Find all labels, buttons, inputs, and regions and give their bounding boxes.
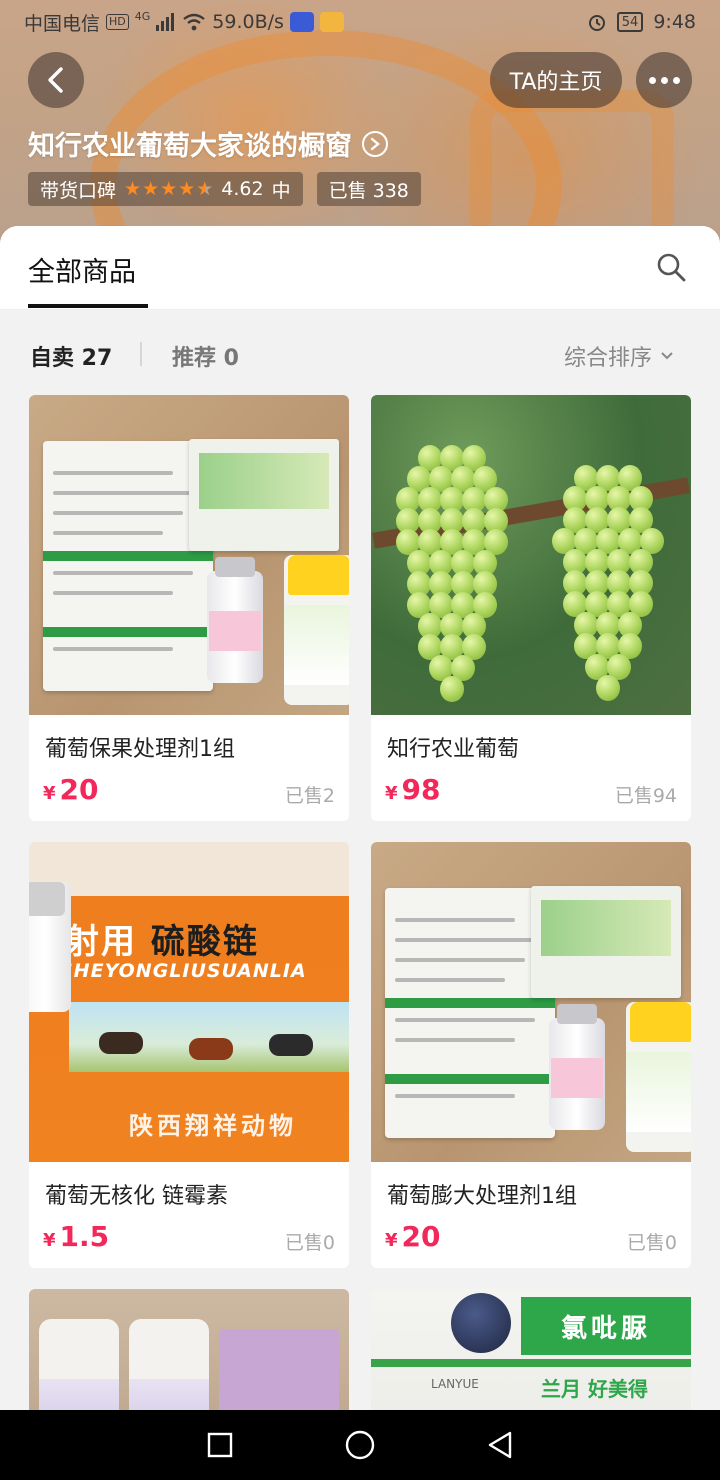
box-text-a: 射用 xyxy=(65,922,137,962)
sort-dropdown[interactable]: 综合排序 xyxy=(564,340,674,372)
tab-active-indicator xyxy=(28,304,148,308)
alarm-icon xyxy=(588,15,605,31)
ta-homepage-button[interactable]: TA的主页 xyxy=(490,52,622,108)
square-icon xyxy=(207,1432,233,1458)
shop-title-row[interactable]: 知行农业葡萄大家谈的橱窗 xyxy=(28,124,388,163)
status-bar: 中国电信 HD 4G 59.0B/s 54 9:48 xyxy=(0,0,720,44)
product-card[interactable]: 射用 硫酸链 SHEYONGLIUSUANLIA 陕西翔祥动物 葡萄无核化 链霉… xyxy=(29,842,349,1268)
chlor-tag-text: 氯吡脲 xyxy=(521,1297,691,1355)
product-card[interactable]: 葡萄膨大处理剂1组 ¥ 20 已售0 xyxy=(371,842,691,1268)
sold-count: 已售0 xyxy=(626,1232,677,1254)
chevron-down-icon xyxy=(661,352,673,360)
sort-label: 综合排序 xyxy=(564,346,653,371)
product-name: 葡萄膨大处理剂1组 xyxy=(387,1184,577,1209)
star-icon: ★ xyxy=(124,177,142,200)
product-card[interactable]: 知行农业葡萄 ¥ 98 已售94 xyxy=(371,395,691,821)
box-bottom-text: 陕西翔祥动物 xyxy=(129,1112,297,1140)
product-image[interactable] xyxy=(29,395,349,715)
back-button[interactable] xyxy=(28,52,84,108)
half-star-icon: ★ xyxy=(196,177,214,200)
product-image[interactable] xyxy=(371,842,691,1162)
chlor-brand-text: 兰月 好美得 xyxy=(541,1377,648,1401)
box-text-b: 硫酸链 xyxy=(150,922,259,962)
star-icon: ★ xyxy=(160,177,178,200)
product-price: ¥ 20 xyxy=(385,1220,441,1253)
product-name: 知行农业葡萄 xyxy=(387,737,520,762)
search-icon[interactable] xyxy=(656,252,686,282)
product-card[interactable] xyxy=(29,1289,349,1410)
filter-recommend[interactable]: 推荐 0 xyxy=(172,340,239,372)
currency-symbol: ¥ xyxy=(385,1230,398,1251)
product-price: ¥ 20 xyxy=(43,773,99,806)
battery-level: 54 xyxy=(621,14,639,30)
chlor-lanyue-text: LANYUE xyxy=(431,1377,479,1391)
chevron-right-circle-icon xyxy=(362,130,388,157)
shop-badges: 带货口碑 ★ ★ ★ ★ ★ 4.62 中 已售 338 xyxy=(28,172,421,206)
product-image[interactable] xyxy=(29,1289,349,1410)
system-nav-bar xyxy=(0,1410,720,1480)
sold-count: 已售94 xyxy=(614,785,677,807)
product-price: ¥ 98 xyxy=(385,773,441,806)
hd-icon: HD xyxy=(106,14,129,30)
product-name: 葡萄保果处理剂1组 xyxy=(45,737,235,762)
star-icon: ★ xyxy=(142,177,160,200)
app-notification-icon xyxy=(289,12,314,32)
sold-count: 已售0 xyxy=(284,1232,335,1254)
product-image[interactable]: 氯吡脲 LANYUE 兰月 好美得 xyxy=(371,1289,691,1410)
product-name: 葡萄无核化 链霉素 xyxy=(45,1184,228,1209)
more-button[interactable] xyxy=(636,52,692,108)
price-value: 1.5 xyxy=(59,1220,110,1253)
carrier-label: 中国电信 xyxy=(24,12,101,35)
currency-symbol: ¥ xyxy=(385,783,398,804)
grape-berry xyxy=(596,675,620,701)
clock: 9:48 xyxy=(653,11,696,33)
triangle-back-icon xyxy=(488,1431,512,1459)
product-card[interactable]: 氯吡脲 LANYUE 兰月 好美得 xyxy=(371,1289,691,1410)
product-price: ¥ 1.5 xyxy=(43,1220,109,1253)
price-value: 98 xyxy=(401,773,441,806)
reputation-label: 带货口碑 xyxy=(40,179,117,202)
box-pinyin: SHEYONGLIUSUANLIA xyxy=(59,960,307,982)
rating-value: 4.62 xyxy=(221,178,264,200)
currency-symbol: ¥ xyxy=(43,1230,56,1251)
sold-count: 已售2 xyxy=(284,785,335,807)
sold-count-badge: 已售 338 xyxy=(316,172,421,206)
more-dots-icon xyxy=(648,76,656,84)
filter-row: 自卖 27 推荐 0 综合排序 xyxy=(0,310,720,398)
product-image[interactable]: 射用 硫酸链 SHEYONGLIUSUANLIA 陕西翔祥动物 xyxy=(29,842,349,1162)
price-value: 20 xyxy=(401,1220,441,1253)
filter-self-sell[interactable]: 自卖 27 xyxy=(30,340,112,372)
net-speed: 59.0B/s xyxy=(212,11,284,33)
filter-divider xyxy=(140,342,142,366)
rating-stars: ★ ★ ★ ★ ★ xyxy=(124,177,214,200)
star-icon: ★ xyxy=(178,177,196,200)
recent-apps-button[interactable] xyxy=(198,1423,242,1467)
price-value: 20 xyxy=(59,773,99,806)
download-notification-icon xyxy=(319,12,344,32)
signal-icon xyxy=(156,13,175,31)
grape-berry xyxy=(440,676,464,702)
rating-level: 中 xyxy=(271,179,291,202)
product-card[interactable]: 葡萄保果处理剂1组 ¥ 20 已售2 xyxy=(29,395,349,821)
wifi-icon xyxy=(183,13,206,31)
reputation-badge[interactable]: 带货口碑 ★ ★ ★ ★ ★ 4.62 中 xyxy=(28,172,303,206)
battery-icon: 54 xyxy=(616,12,644,32)
tab-bar: 全部商品 xyxy=(0,226,720,310)
product-panel: 全部商品 自卖 27 推荐 0 综合排序 葡萄保果处理剂1组 ¥ 20 已售2 … xyxy=(0,226,720,1410)
product-image[interactable] xyxy=(371,395,691,715)
back-nav-button[interactable] xyxy=(478,1423,522,1467)
chevron-left-icon xyxy=(48,67,63,93)
home-nav-button[interactable] xyxy=(338,1423,382,1467)
network-type: 4G xyxy=(134,9,151,23)
tab-all-products[interactable]: 全部商品 xyxy=(28,250,136,289)
shop-title: 知行农业葡萄大家谈的橱窗 xyxy=(28,131,352,162)
circle-icon xyxy=(345,1430,375,1460)
currency-symbol: ¥ xyxy=(43,783,56,804)
